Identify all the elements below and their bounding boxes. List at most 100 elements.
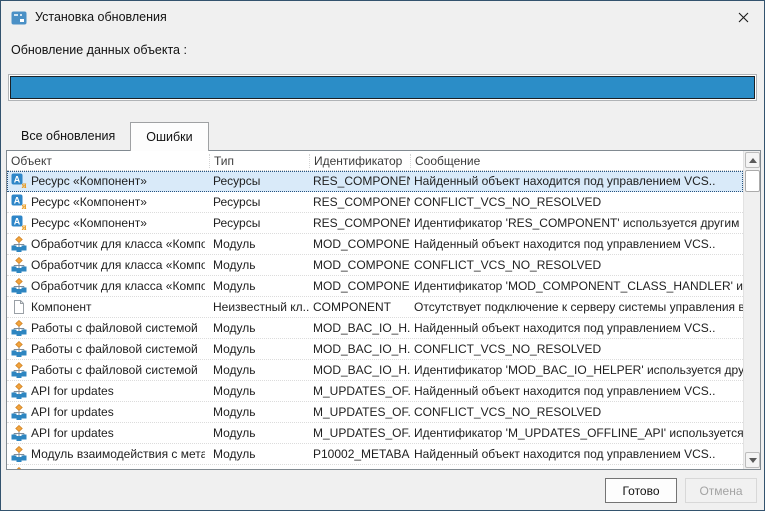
table-row[interactable]: A я Ресурс «Компонент» Ресурсы RES_COMPO…: [7, 192, 743, 213]
identifier-cell: MOD_BAC_IO_H...: [309, 321, 410, 335]
table-row[interactable]: A я Ресурс «Компонент» Ресурсы RES_COMPO…: [7, 213, 743, 234]
object-cell: Обработчик для класса «Компо...: [7, 278, 209, 294]
table-row[interactable]: API for updates Модуль M_UPDATES_OF... Н…: [7, 381, 743, 402]
message-cell: Идентификатор 'RES_COMPONENT' использует…: [410, 216, 743, 230]
type-cell: Модуль: [209, 258, 309, 272]
object-name: Модуль взаимодействия с мета...: [31, 447, 205, 461]
resource-icon: A я: [11, 194, 27, 210]
triangle-down-icon: [749, 458, 757, 463]
scrollbar-thumb[interactable]: [745, 170, 760, 192]
table-row[interactable]: A я Ресурс «Компонент» Ресурсы RES_COMPO…: [7, 171, 743, 192]
module-icon-slot: [11, 425, 27, 441]
module-icon: [11, 383, 27, 399]
module-icon-slot: [11, 320, 27, 336]
table-row[interactable]: Работы с файловой системой Модуль MOD_BA…: [7, 360, 743, 381]
object-name: Ресурс «Компонент»: [31, 216, 147, 230]
resource-icon: A я: [11, 215, 27, 231]
table-row[interactable]: Обработчик для класса «Компо... Модуль M…: [7, 276, 743, 297]
module-icon-slot: [11, 467, 27, 469]
message-cell: Найденный объект находится под управлени…: [410, 447, 743, 461]
type-cell: Модуль: [209, 342, 309, 356]
module-icon: [11, 236, 27, 252]
module-icon: [11, 320, 27, 336]
module-icon: [11, 404, 27, 420]
column-header-message[interactable]: Сообщение: [410, 154, 743, 168]
table-row[interactable]: Работы с файловой системой Модуль MOD_BA…: [7, 339, 743, 360]
object-cell: API for updates: [7, 383, 209, 399]
cancel-button[interactable]: Отмена: [685, 478, 757, 503]
object-name: API for updates: [31, 426, 114, 440]
message-cell: Отсутствует подключение к серверу систем…: [410, 300, 743, 314]
message-cell: Идентификатор 'MOD_COMPONENT_CLASS_HANDL…: [410, 279, 743, 293]
object-cell: A я Ресурс «Компонент»: [7, 215, 209, 231]
table-header: Объект Тип Идентификатор Сообщение: [7, 151, 743, 171]
type-cell: Модуль: [209, 363, 309, 377]
column-header-type[interactable]: Тип: [209, 154, 309, 168]
resource-icon: A я: [11, 173, 27, 189]
object-cell: A я Ресурс «Компонент»: [7, 194, 209, 210]
column-header-identifier[interactable]: Идентификатор: [309, 154, 410, 168]
identifier-cell: MOD_BAC_IO_H...: [309, 342, 410, 356]
vertical-scrollbar[interactable]: [743, 151, 760, 469]
identifier-cell: M_UPDATES_OF...: [309, 426, 410, 440]
object-name: Работы с файловой системой: [31, 321, 198, 335]
object-cell: Работы с файловой системой: [7, 362, 209, 378]
type-cell: Модуль: [209, 279, 309, 293]
svg-text:A: A: [14, 175, 21, 185]
type-cell: Модуль: [209, 405, 309, 419]
type-cell: Ресурсы: [209, 195, 309, 209]
message-cell: CONFLICT_VCS_NO_RESOLVED: [410, 195, 743, 209]
window-title: Установка обновления: [35, 10, 167, 24]
message-cell: Найденный объект находится под управлени…: [410, 321, 743, 335]
identifier-cell: MOD_COMPONE...: [309, 279, 410, 293]
title-bar: Установка обновления: [1, 1, 764, 33]
svg-text:я: я: [22, 180, 27, 189]
table-row[interactable]: Обработчик для класса «Компо... Модуль M…: [7, 255, 743, 276]
object-cell: API for updates: [7, 404, 209, 420]
object-cell: Компонент: [7, 299, 209, 315]
tab-errors[interactable]: Ошибки: [130, 122, 208, 151]
module-icon-slot: [11, 236, 27, 252]
module-icon-slot: [11, 341, 27, 357]
object-cell: A я Ресурс «Компонент»: [7, 173, 209, 189]
table-row[interactable]: Работы с файловой системой Модуль MOD_BA…: [7, 318, 743, 339]
scroll-up-button[interactable]: [745, 152, 760, 168]
module-icon-slot: [11, 383, 27, 399]
type-cell: Модуль: [209, 447, 309, 461]
close-button[interactable]: [728, 5, 758, 29]
message-cell: Найденный объект находится под управлени…: [410, 237, 743, 251]
progress-bar-fill: [10, 76, 755, 99]
module-icon-slot: [11, 257, 27, 273]
message-cell: CONFLICT_VCS_NO_RESOLVED: [410, 258, 743, 272]
svg-text:я: я: [22, 222, 27, 231]
column-header-object[interactable]: Объект: [7, 154, 209, 168]
table-row[interactable]: Модуль взаимодействия с мета... Модуль P…: [7, 465, 743, 469]
object-cell: Модуль взаимодействия с мета...: [7, 446, 209, 462]
type-cell: Модуль: [209, 426, 309, 440]
table-row[interactable]: Компонент Неизвестный кл... COMPONENT От…: [7, 297, 743, 318]
module-icon: [11, 425, 27, 441]
table-row[interactable]: API for updates Модуль M_UPDATES_OF... C…: [7, 402, 743, 423]
type-cell: Неизвестный кл...: [209, 300, 309, 314]
object-name: Работы с файловой системой: [31, 342, 198, 356]
table-row[interactable]: Модуль взаимодействия с мета... Модуль P…: [7, 444, 743, 465]
table-row[interactable]: API for updates Модуль M_UPDATES_OF... И…: [7, 423, 743, 444]
identifier-cell: MOD_COMPONE...: [309, 258, 410, 272]
module-icon: [11, 467, 27, 469]
object-name: API for updates: [31, 405, 114, 419]
svg-text:A: A: [14, 196, 21, 206]
scroll-down-button[interactable]: [745, 452, 760, 468]
identifier-cell: P10002_METABA...: [309, 447, 410, 461]
identifier-cell: RES_COMPONENT: [309, 216, 410, 230]
message-cell: Идентификатор 'MOD_BAC_IO_HELPER' исполь…: [410, 363, 743, 377]
type-cell: Модуль: [209, 237, 309, 251]
type-cell: Модуль: [209, 321, 309, 335]
table-row[interactable]: Обработчик для класса «Компо... Модуль M…: [7, 234, 743, 255]
message-cell: CONFLICT_VCS_NO_RESOLVED: [410, 468, 743, 469]
object-name: Работы с файловой системой: [31, 363, 198, 377]
done-button[interactable]: Готово: [605, 478, 677, 503]
tab-all-updates[interactable]: Все обновления: [6, 122, 130, 150]
message-cell: CONFLICT_VCS_NO_RESOLVED: [410, 405, 743, 419]
identifier-cell: RES_COMPONENT: [309, 195, 410, 209]
object-name: Компонент: [31, 300, 92, 314]
